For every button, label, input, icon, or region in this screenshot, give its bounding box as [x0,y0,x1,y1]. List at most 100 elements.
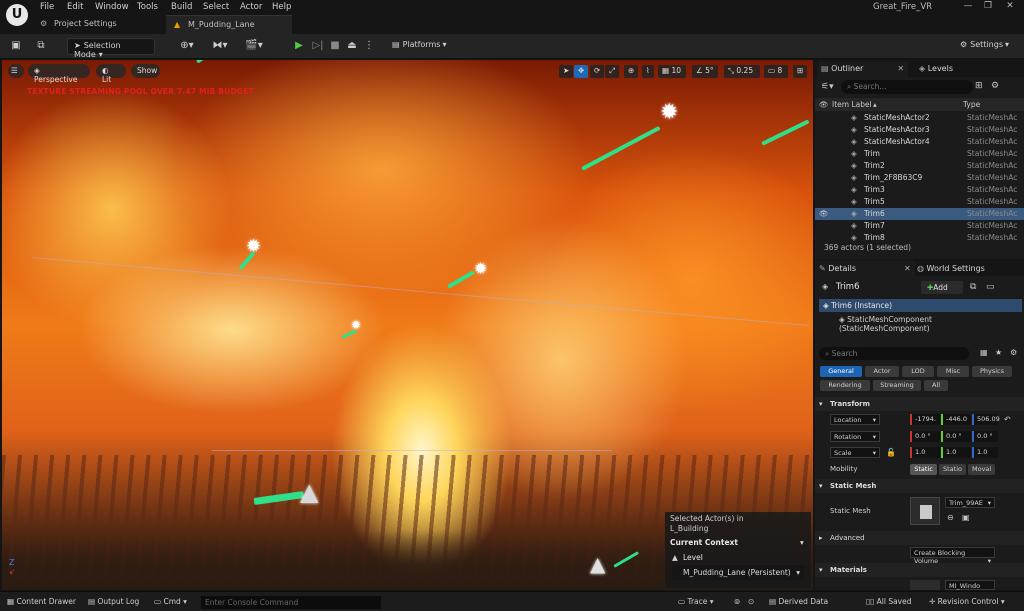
selection-mode-button[interactable]: ➤ Selection Mode ▾ [67,38,155,59]
materials-section[interactable]: ▾ Materials [815,563,1024,577]
tab-level[interactable]: ▲ M_Pudding_Lane [166,15,292,34]
column-item-label[interactable]: Item Label [832,98,872,111]
rotate-tool-icon[interactable]: ⟳ [590,65,605,78]
instance-row[interactable]: ◈ Trim6 (Instance) [819,299,1022,312]
tab-project-settings[interactable]: ⚙ Project Settings [32,15,162,34]
category-misc[interactable]: Misc [937,366,969,377]
static-mesh-thumbnail[interactable] [910,497,940,525]
category-general[interactable]: General [820,366,862,377]
outliner-row[interactable]: 👁 ◈ Trim6 StaticMeshAc [815,208,1024,220]
derived-data-button[interactable]: ▤ Derived Data [769,597,828,606]
category-physics[interactable]: Physics [972,366,1012,377]
outliner-search-input[interactable]: ⌕ Search... [841,80,973,94]
outliner-row[interactable]: ◈ StaticMeshActor2 StaticMeshAc [815,112,1024,124]
record-icon[interactable]: ⊚ [734,597,740,606]
blueprint-icon[interactable]: ⧉ [970,282,976,292]
all-saved-button[interactable]: ▯▯ All Saved [866,597,912,606]
settings-gear-icon[interactable]: ⚙ [991,81,999,91]
select-tool-icon[interactable]: ➤ [559,65,574,78]
point-light-actor-icon[interactable]: ▲ [590,552,605,576]
level-viewport[interactable]: ☰ ◈ Perspective ◐ Lit Show ➤ ✥ ⟳ ⤢ ⊕ ⌇ ▦… [2,60,813,590]
use-selected-icon[interactable]: ⊖ [947,513,954,522]
maximize-viewport-icon[interactable]: ⊞ [793,65,808,78]
location-z-field[interactable]: 506.09 [972,414,1000,425]
content-drawer-button[interactable]: ▦ Content Drawer [7,597,76,606]
advanced-section[interactable]: ▸ Advanced [815,531,1024,545]
property-matrix-icon[interactable]: ▦ [980,348,988,357]
perspective-button[interactable]: ◈ Perspective [28,64,90,84]
menu-window[interactable]: Window [95,2,129,12]
category-lod[interactable]: LOD [902,366,934,377]
add-actor-icon[interactable]: ⊕▾ [176,39,198,53]
outliner-row[interactable]: ◈ Trim3 StaticMeshAc [815,184,1024,196]
component-row[interactable]: ◈ StaticMeshComponent (StaticMeshCompone… [839,315,1024,333]
category-streaming[interactable]: Streaming [873,380,921,391]
static-mesh-dropdown[interactable]: Trim_99AE ▾ [945,497,995,508]
scale-z-field[interactable]: 1.0 [972,447,998,458]
menu-help[interactable]: Help [272,2,291,12]
scale-tool-icon[interactable]: ⤢ [605,65,619,78]
rotation-y-field[interactable]: 0.0 ° [941,431,971,442]
rotation-dropdown[interactable]: Rotation ▾ [830,431,880,442]
translate-tool-icon[interactable]: ✥ [574,65,589,78]
outliner-row[interactable]: ◈ Trim5 StaticMeshAc [815,196,1024,208]
maximize-icon[interactable]: ❐ [978,1,998,15]
revision-control-button[interactable]: ✛ Revision Control ▾ [929,597,1005,606]
outliner-row[interactable]: ◈ StaticMeshActor4 StaticMeshAc [815,136,1024,148]
source-control-icon[interactable]: ⧉ [34,39,48,53]
point-light-actor-icon[interactable]: ▲ [300,478,318,506]
transform-section[interactable]: ▾ Transform [815,397,1024,411]
create-blocking-volume-dropdown[interactable]: Create Blocking Volume ▾ [910,547,995,565]
menu-build[interactable]: Build [171,2,192,12]
cmd-button[interactable]: ▭ Cmd ▾ [154,597,187,606]
close-icon[interactable]: ✕ [897,64,904,73]
scale-snap-button[interactable]: ⤡ 0.25 [724,65,760,78]
mobility-static[interactable]: Static [910,464,937,475]
rotation-snap-button[interactable]: ∠ 5° [692,65,718,78]
favorite-star-icon[interactable]: ★ [995,348,1002,357]
static-mesh-section[interactable]: ▾ Static Mesh [815,479,1024,493]
close-icon[interactable]: ✕ [904,264,911,273]
light-actor-icon[interactable]: ✹ [660,100,678,125]
cinematics-icon[interactable]: 🎬▾ [243,39,265,53]
output-log-button[interactable]: ▤ Output Log [88,597,139,606]
material-dropdown[interactable]: MI_Windo [945,580,995,590]
play-icon[interactable]: ▶ [292,39,306,53]
scale-y-field[interactable]: 1.0 [941,447,971,458]
tab-details[interactable]: ✎ Details ✕ [815,261,915,277]
tab-outliner[interactable]: ▤ Outliner ✕ [817,61,909,77]
menu-tools[interactable]: Tools [137,2,158,12]
light-actor-icon[interactable]: ✹ [474,259,487,278]
menu-edit[interactable]: Edit [67,2,83,12]
advance-frame-icon[interactable]: ▷| [311,39,325,53]
category-actor[interactable]: Actor [865,366,899,377]
eject-icon[interactable]: ⏏ [345,39,359,53]
scale-dropdown[interactable]: Scale ▾ [830,447,880,458]
grid-snap-button[interactable]: ▦ 10 [658,65,686,78]
save-icon[interactable]: ▣ [9,39,23,53]
layout-icon[interactable]: ▭ [986,282,995,292]
show-button[interactable]: Show [131,64,160,78]
trace-button[interactable]: ▭ Trace ▾ [678,597,714,606]
menu-select[interactable]: Select [203,2,229,12]
add-component-button[interactable]: ✚Add [921,281,963,294]
menu-actor[interactable]: Actor [240,2,262,12]
category-all[interactable]: All [924,380,948,391]
blueprint-icon[interactable]: ⧓▾ [209,39,231,53]
chevron-down-icon[interactable]: ▾ [800,538,804,547]
rotation-z-field[interactable]: 0.0 ° [972,431,998,442]
lit-button[interactable]: ◐ Lit [96,64,126,84]
details-search-input[interactable]: ⌕ Search [819,347,969,360]
filter-icon[interactable]: ⚟▾ [821,82,834,92]
browse-icon[interactable]: ▣ [962,513,970,522]
category-rendering[interactable]: Rendering [820,380,870,391]
tab-world-settings[interactable]: ◍ World Settings [913,261,989,277]
close-icon[interactable]: ✕ [1000,1,1020,15]
world-local-icon[interactable]: ⊕ [624,65,639,78]
outliner-row[interactable]: ◈ Trim7 StaticMeshAc [815,220,1024,232]
mobility-stationary[interactable]: Statio [939,464,966,475]
tab-levels[interactable]: ◈ Levels [915,61,957,77]
actor-name[interactable]: Trim6 [836,282,860,292]
location-y-field[interactable]: -446.0 [941,414,971,425]
add-folder-icon[interactable]: ⊞ [975,81,983,91]
